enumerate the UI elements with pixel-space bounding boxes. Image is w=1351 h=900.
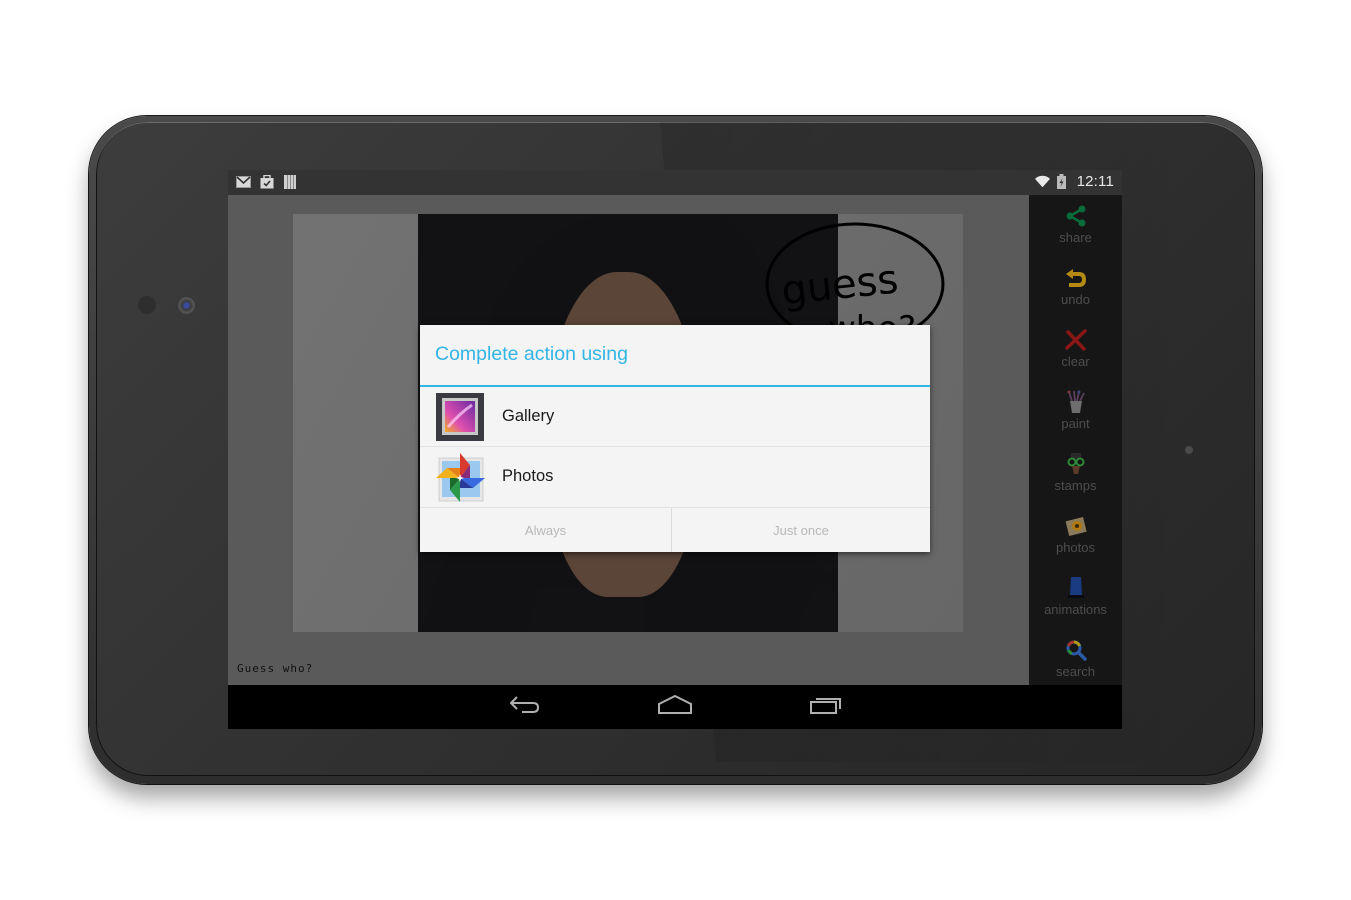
back-icon: [509, 695, 541, 720]
tool-label: undo: [1061, 292, 1090, 307]
notification-icons: [236, 175, 297, 189]
app-name: Photos: [502, 467, 554, 485]
light-sensor: [138, 296, 156, 314]
tool-label: clear: [1061, 354, 1090, 369]
navigation-bar: [228, 685, 1122, 729]
back-button[interactable]: [500, 693, 550, 721]
tool-label: photos: [1055, 540, 1096, 555]
recents-button[interactable]: [801, 693, 851, 721]
app-option-photos[interactable]: Photos: [420, 447, 930, 506]
tool-clear[interactable]: clear: [1029, 327, 1122, 385]
dialog-title: Complete action using: [435, 343, 628, 365]
tool-share[interactable]: share: [1029, 203, 1122, 261]
app-option-gallery[interactable]: Gallery: [420, 387, 930, 446]
clipboard-check-icon: [259, 175, 274, 189]
system-status: 12:11: [1034, 173, 1114, 190]
tool-label: paint: [1061, 416, 1090, 431]
share-icon: [1063, 203, 1089, 229]
photo-caption: Guess who?: [237, 662, 314, 675]
tool-label: stamps: [1054, 478, 1097, 493]
tool-label: search: [1055, 664, 1096, 679]
svg-text:guess: guess: [779, 256, 900, 314]
tool-label: animations: [1044, 602, 1107, 617]
clear-x-icon: [1063, 327, 1089, 353]
chooser-dialog: Complete action using Gallery Photos Alw…: [420, 325, 930, 552]
home-button[interactable]: [650, 693, 700, 721]
gallery-app-icon: [436, 393, 486, 443]
gmail-icon: [236, 175, 251, 189]
tool-paint[interactable]: paint: [1029, 389, 1122, 447]
always-button[interactable]: Always: [420, 508, 671, 552]
speech-bubble: guess who?: [765, 222, 945, 342]
tool-undo[interactable]: undo: [1029, 265, 1122, 323]
animations-icon: [1063, 575, 1089, 601]
tool-label: share: [1059, 230, 1092, 245]
tool-photos[interactable]: photos: [1029, 513, 1122, 571]
barcode-icon: [282, 175, 297, 189]
status-bar: 12:11: [228, 170, 1122, 195]
battery-charging-icon: [1054, 174, 1069, 189]
stamps-icon: [1063, 451, 1089, 477]
side-sensor: [1185, 446, 1193, 454]
search-icon: [1063, 637, 1089, 663]
paint-brushes-icon: [1063, 389, 1089, 415]
tool-sidebar: share undo clear paint stamps photos ani…: [1029, 195, 1122, 685]
undo-icon: [1063, 265, 1089, 291]
tool-stamps[interactable]: stamps: [1029, 451, 1122, 509]
recents-icon: [810, 695, 842, 720]
front-camera: [178, 297, 195, 314]
home-icon: [658, 694, 692, 720]
just-once-button[interactable]: Just once: [672, 508, 930, 552]
photos-app-icon: [436, 453, 486, 503]
tool-animations[interactable]: animations: [1029, 575, 1122, 633]
wifi-icon: [1034, 175, 1050, 189]
app-name: Gallery: [502, 407, 555, 425]
device-screen: 12:11 guess who? Guess who?: [228, 170, 1122, 729]
status-clock: 12:11: [1076, 173, 1114, 190]
photos-icon: [1063, 513, 1089, 539]
